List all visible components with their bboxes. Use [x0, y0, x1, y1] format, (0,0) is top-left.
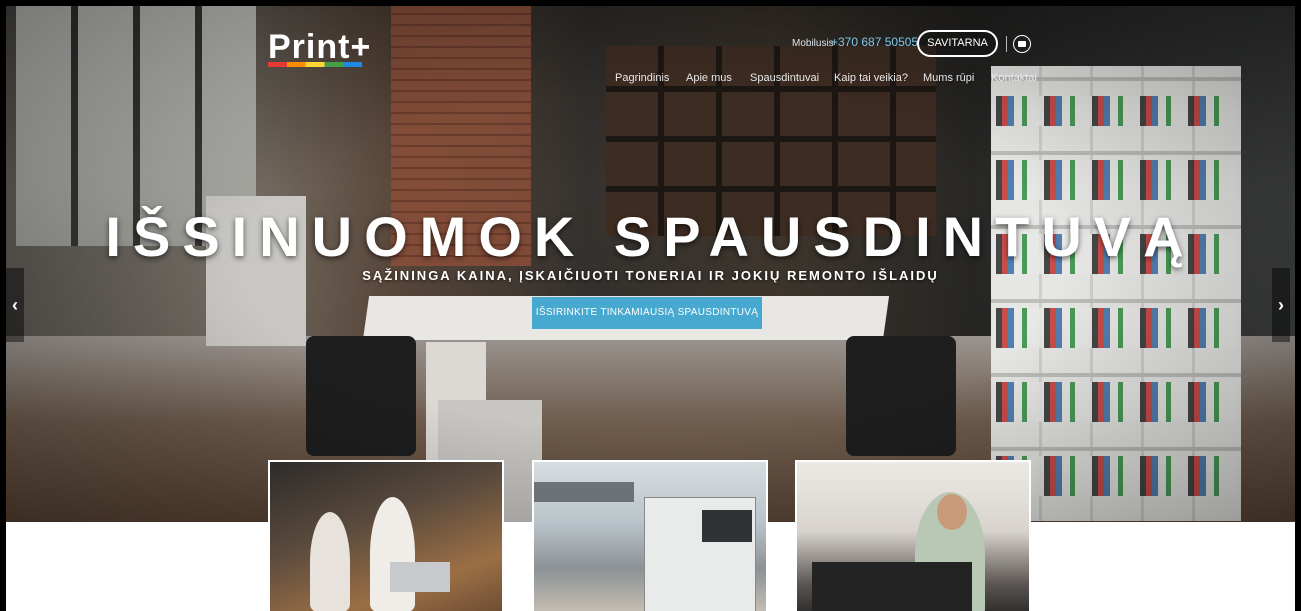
- header-divider: [1006, 36, 1007, 52]
- logo-color-bar: [268, 62, 362, 67]
- slider-next-arrow-icon[interactable]: ›: [1272, 268, 1290, 342]
- envelope-icon[interactable]: [1013, 35, 1031, 53]
- hero-headline: IŠSINUOMOK SPAUSDINTUVĄ: [105, 205, 1196, 268]
- mobile-label: Mobilusis: [792, 38, 834, 49]
- nav-item-mums-rupi[interactable]: Mums rūpi: [923, 72, 974, 84]
- mobile-phone-link[interactable]: +370 687 50505: [831, 35, 918, 49]
- feature-card-woman-printer-image[interactable]: [795, 460, 1031, 611]
- savitarna-button[interactable]: SAVITARNA: [917, 30, 998, 57]
- choose-printer-button[interactable]: IŠSIRINKITE TINKAMIAUSIĄ SPAUSDINTUVĄ: [532, 297, 762, 329]
- nav-item-spausdintuvai[interactable]: Spausdintuvai: [750, 72, 819, 84]
- nav-item-pagrindinis[interactable]: Pagrindinis: [615, 72, 669, 84]
- hero-slider: Print+ Mobilusis +370 687 50505 SAVITARN…: [6, 6, 1295, 522]
- feature-card-office-printer-image[interactable]: [532, 460, 768, 611]
- hero-subheadline: SĄŽININGA KAINA, ĮSKAIČIUOTI TONERIAI IR…: [362, 268, 939, 283]
- page-frame: Print+ Mobilusis +370 687 50505 SAVITARN…: [0, 0, 1301, 611]
- nav-item-kontaktai[interactable]: Kontaktai: [991, 72, 1037, 84]
- feature-card-cafe-image[interactable]: [268, 460, 504, 611]
- nav-item-kaip-tai-veikia[interactable]: Kaip tai veikia?: [834, 72, 908, 84]
- slider-prev-arrow-icon[interactable]: ‹: [6, 268, 24, 342]
- nav-item-apie-mus[interactable]: Apie mus: [686, 72, 732, 84]
